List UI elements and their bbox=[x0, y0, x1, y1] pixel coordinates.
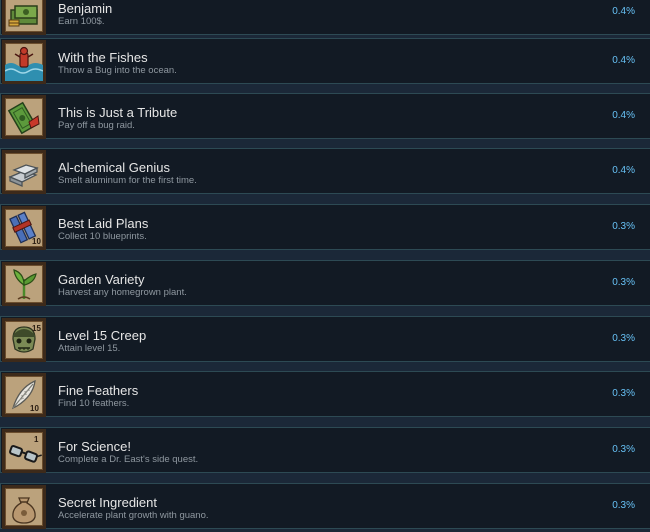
achievement-row[interactable]: 10 Best Laid Plans Collect 10 blueprints… bbox=[0, 204, 650, 250]
achievement-description: Smelt aluminum for the first time. bbox=[58, 175, 197, 186]
achievement-title: Best Laid Plans bbox=[58, 216, 149, 231]
glasses-icon: 1 bbox=[2, 429, 46, 473]
achievement-list: Benjamin Earn 100$. 0.4% With the Fishes… bbox=[0, 0, 650, 532]
achievement-row[interactable]: Al-chemical Genius Smelt aluminum for th… bbox=[0, 148, 650, 194]
unlock-percent: 0.4% bbox=[612, 6, 635, 17]
achievement-description: Throw a Bug into the ocean. bbox=[58, 65, 177, 76]
achievement-row[interactable]: With the Fishes Throw a Bug into the oce… bbox=[0, 38, 650, 84]
achievement-description: Accelerate plant growth with guano. bbox=[58, 510, 209, 521]
achievement-row[interactable]: Secret Ingredient Accelerate plant growt… bbox=[0, 483, 650, 529]
guano-sack-icon bbox=[2, 485, 46, 529]
achievement-row[interactable]: 1 For Science! Complete a Dr. East's sid… bbox=[0, 427, 650, 473]
achievement-title: Al-chemical Genius bbox=[58, 160, 170, 175]
unlock-percent: 0.4% bbox=[612, 55, 635, 66]
blueprints-icon: 10 bbox=[2, 206, 46, 250]
badge-count-icon: 10 bbox=[30, 404, 39, 413]
achievement-row[interactable]: 10 Fine Feathers Find 10 feathers. 0.3% bbox=[0, 371, 650, 417]
achievement-row[interactable]: 15 Level 15 Creep Attain level 15. 0.3% bbox=[0, 316, 650, 362]
achievement-title: This is Just a Tribute bbox=[58, 105, 178, 120]
creep-face-icon: 15 bbox=[2, 318, 46, 362]
achievement-title: Level 15 Creep bbox=[58, 328, 147, 343]
achievement-title: With the Fishes bbox=[58, 50, 148, 65]
tribute-bill-icon bbox=[2, 95, 46, 139]
achievement-row[interactable]: Benjamin Earn 100$. 0.4% bbox=[0, 0, 650, 35]
achievement-description: Harvest any homegrown plant. bbox=[58, 287, 187, 298]
achievement-title: Benjamin bbox=[58, 1, 113, 16]
achievement-title: Fine Feathers bbox=[58, 383, 139, 398]
bug-in-ocean-icon bbox=[2, 40, 46, 84]
unlock-percent: 0.3% bbox=[612, 388, 635, 399]
achievement-description: Collect 10 blueprints. bbox=[58, 231, 147, 242]
achievement-description: Attain level 15. bbox=[58, 343, 121, 354]
unlock-percent: 0.3% bbox=[612, 221, 635, 232]
unlock-percent: 0.4% bbox=[612, 165, 635, 176]
unlock-percent: 0.3% bbox=[612, 277, 635, 288]
achievement-description: Pay off a bug raid. bbox=[58, 120, 135, 131]
unlock-percent: 0.3% bbox=[612, 333, 635, 344]
money-stack-icon bbox=[2, 0, 46, 35]
achievement-description: Find 10 feathers. bbox=[58, 398, 130, 409]
achievement-row[interactable]: This is Just a Tribute Pay off a bug rai… bbox=[0, 93, 650, 139]
badge-count-icon: 1 bbox=[34, 435, 39, 444]
sprout-icon bbox=[2, 262, 46, 306]
achievement-title: For Science! bbox=[58, 439, 131, 454]
achievement-description: Complete a Dr. East's side quest. bbox=[58, 454, 199, 465]
feather-icon: 10 bbox=[2, 373, 46, 417]
achievement-title: Garden Variety bbox=[58, 272, 145, 287]
achievement-description: Earn 100$. bbox=[58, 16, 105, 27]
achievement-title: Secret Ingredient bbox=[58, 495, 158, 510]
unlock-percent: 0.3% bbox=[612, 500, 635, 511]
unlock-percent: 0.3% bbox=[612, 444, 635, 455]
badge-count-icon: 10 bbox=[32, 237, 41, 246]
aluminum-ingots-icon bbox=[2, 150, 46, 194]
unlock-percent: 0.4% bbox=[612, 110, 635, 121]
achievement-row[interactable]: Garden Variety Harvest any homegrown pla… bbox=[0, 260, 650, 306]
badge-count-icon: 15 bbox=[32, 324, 41, 333]
